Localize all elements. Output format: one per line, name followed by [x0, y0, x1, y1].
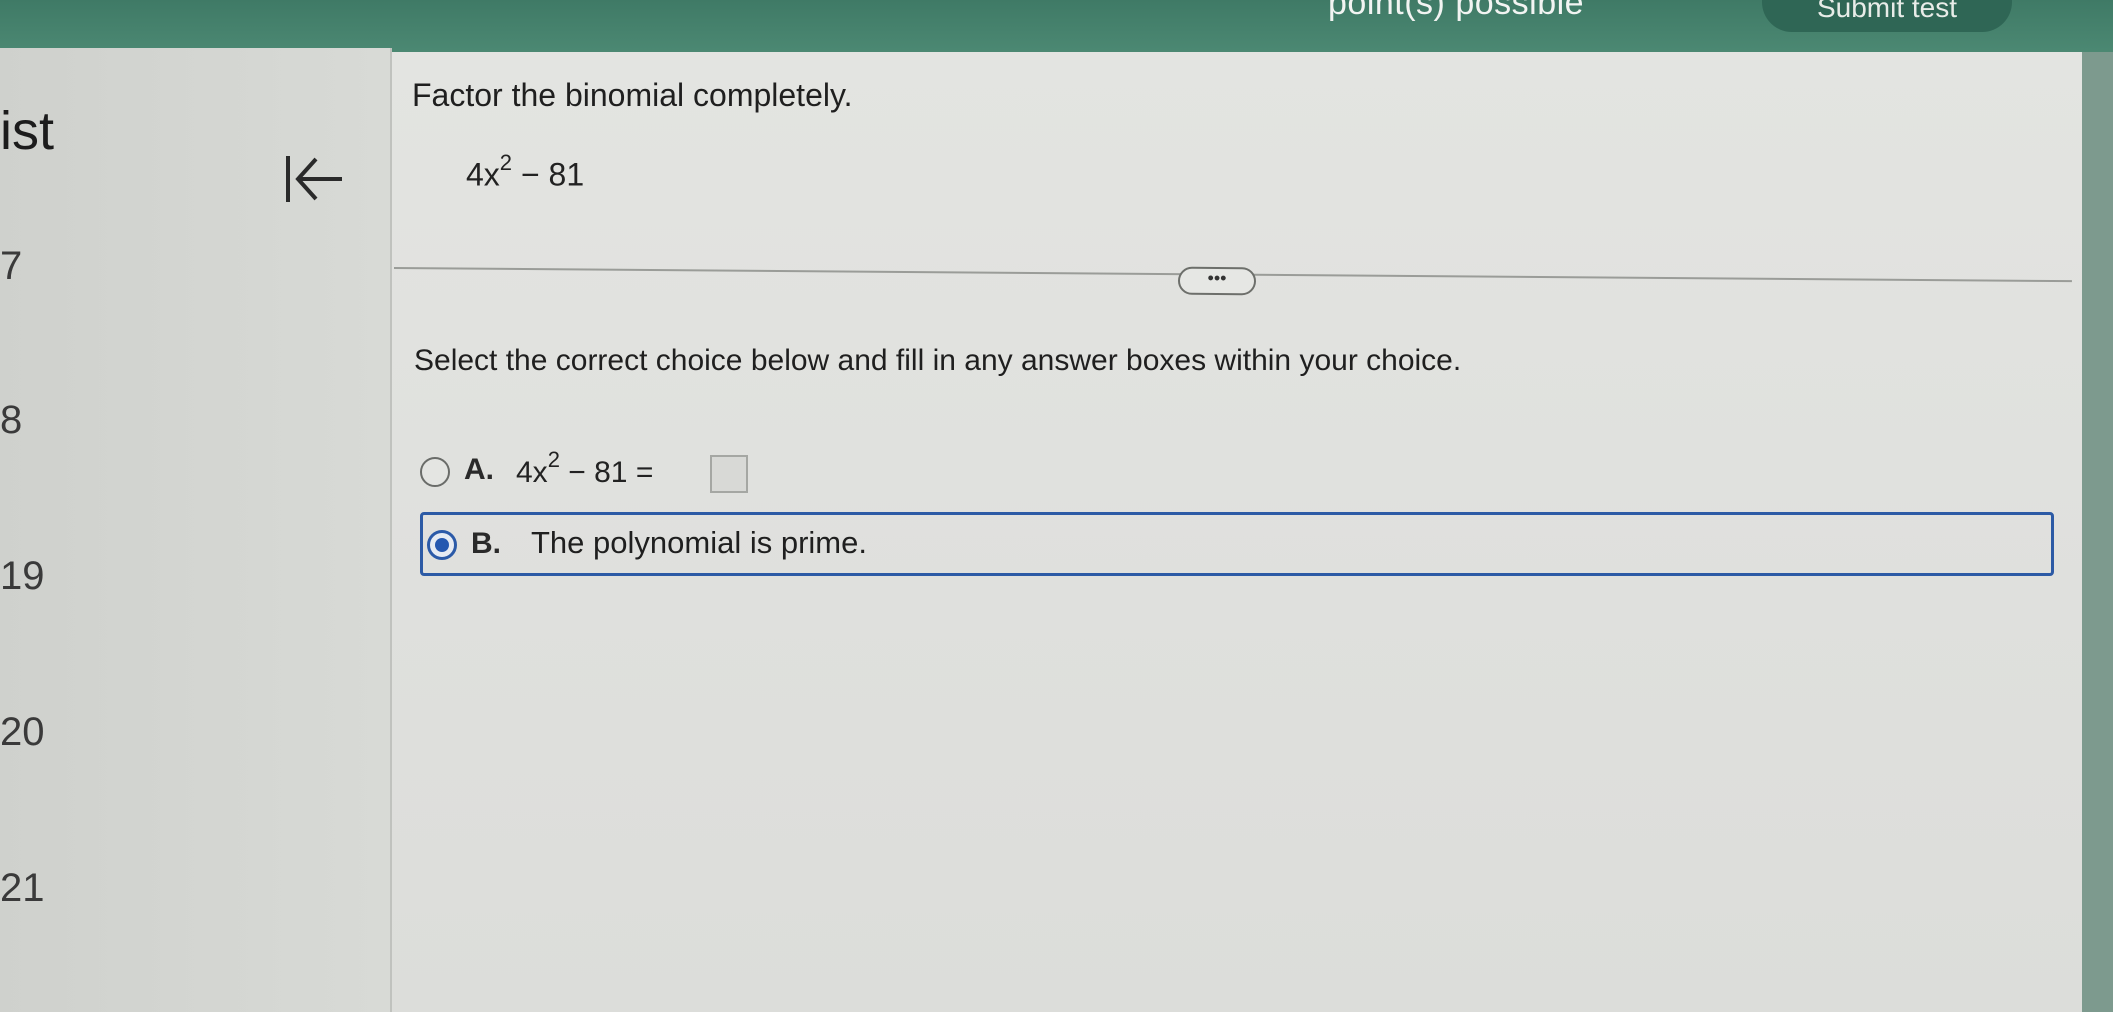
instruction-text: Select the correct choice below and fill…	[414, 344, 1462, 377]
question-list-sidebar: ist 7 8 19 20 21	[0, 48, 392, 1012]
choice-b[interactable]: B. The polynomial is prime.	[420, 512, 2054, 576]
question-prompt: Factor the binomial completely.	[412, 77, 853, 113]
submit-test-button[interactable]: Submit test	[1762, 0, 2012, 32]
right-border-strip	[2082, 52, 2113, 1012]
sidebar-question-item[interactable]: 20	[0, 710, 45, 755]
sidebar-question-item[interactable]: 19	[0, 554, 45, 599]
choice-b-text: The polynomial is prime.	[531, 525, 867, 560]
choice-a-letter: A.	[464, 453, 494, 486]
expression-base: 4x	[466, 156, 500, 193]
sidebar-question-item[interactable]: 7	[0, 244, 22, 289]
radio-choice-b[interactable]	[427, 530, 457, 560]
sidebar-question-item[interactable]: 21	[0, 866, 45, 911]
choice-b-letter: B.	[471, 527, 501, 560]
expression-exponent: 2	[499, 150, 513, 175]
choice-a-exponent: 2	[547, 447, 560, 472]
choice-a-rest: − 81 =	[559, 456, 654, 489]
more-options-icon[interactable]: •••	[1177, 266, 1257, 296]
points-possible-text: point(s) possible	[1328, 0, 1585, 22]
answer-input-box[interactable]	[710, 455, 748, 493]
choice-a-expression: 4x2 − 81 =	[516, 447, 654, 490]
choice-a-base: 4x	[516, 456, 548, 489]
question-expression: 4x2 − 81	[466, 150, 585, 194]
expression-rest: − 81	[512, 156, 585, 193]
question-panel: Factor the binomial completely. 4x2 − 81…	[392, 52, 2082, 1012]
sidebar-title: ist	[0, 101, 54, 161]
sidebar-question-item[interactable]: 8	[0, 398, 22, 443]
collapse-sidebar-icon[interactable]	[280, 144, 350, 214]
radio-choice-a[interactable]	[420, 457, 450, 487]
